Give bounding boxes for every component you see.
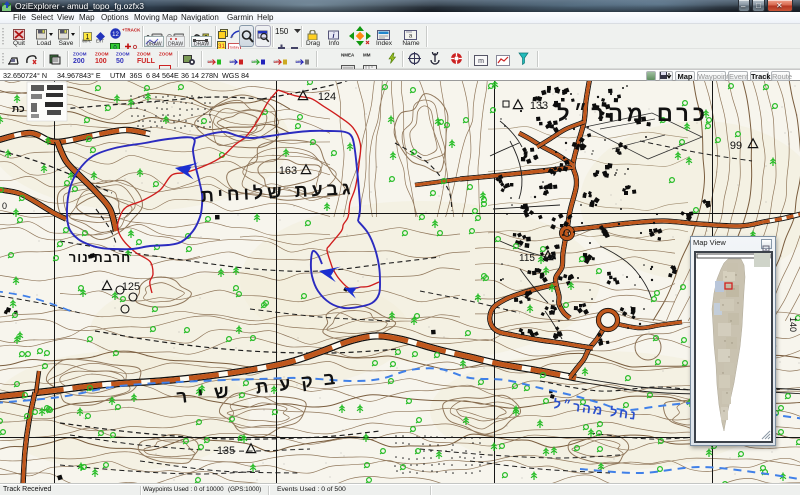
svg-text:כת: כת (12, 104, 25, 115)
svg-text:163: 163 (279, 165, 297, 177)
svg-text:m: m (478, 58, 484, 65)
svg-text:125: 125 (122, 281, 140, 293)
svg-text:140: 140 (788, 317, 798, 332)
svg-text:DRAW: DRAW (194, 42, 209, 47)
svg-text:135: 135 (217, 445, 235, 457)
svg-text:124: 124 (318, 91, 336, 103)
svg-text:99: 99 (730, 140, 742, 152)
svg-text:133: 133 (530, 100, 548, 112)
svg-text:חרבת נור: חרבת נור (69, 250, 132, 265)
svg-text:0: 0 (2, 201, 7, 211)
svg-text:DRAW: DRAW (168, 42, 183, 47)
svg-text:כרם מהר״ל: כרם מהר״ל (557, 101, 709, 126)
svg-text:DRAW: DRAW (146, 42, 161, 47)
svg-text:115: 115 (519, 253, 535, 264)
